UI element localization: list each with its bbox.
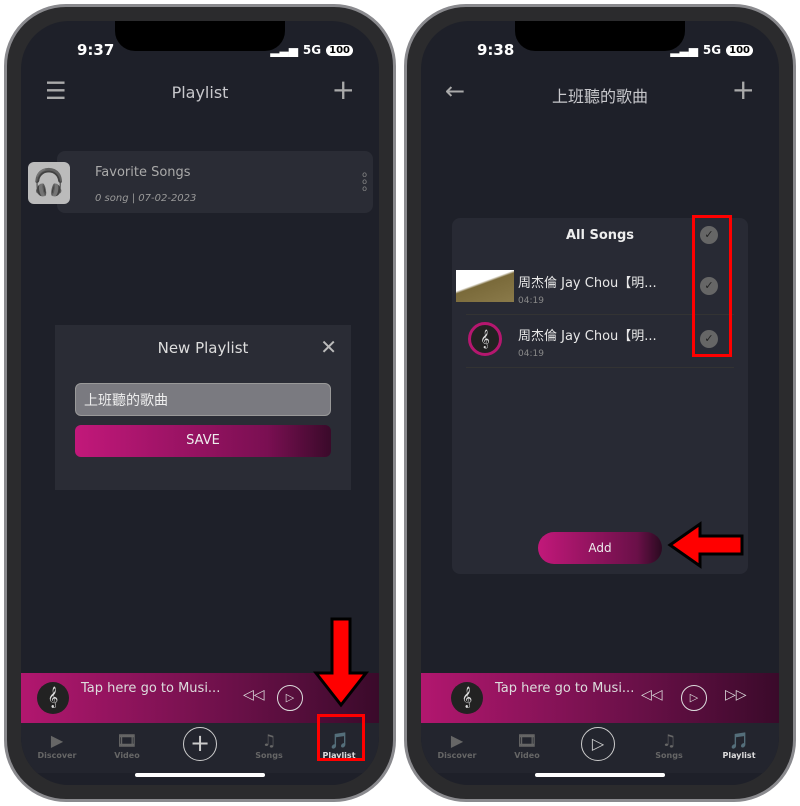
- status-time: 9:37: [77, 41, 115, 59]
- play-circle-button[interactable]: ▷: [581, 727, 615, 761]
- signal-icon: ▂▃▅: [270, 43, 298, 57]
- mini-player-text: Tap here go to Musi...: [81, 681, 221, 696]
- mini-player-text: Tap here go to Musi...: [495, 681, 635, 696]
- tab-songs[interactable]: ♫ Songs: [639, 731, 699, 760]
- play-icon[interactable]: ▷: [277, 685, 303, 711]
- tab-video[interactable]: 🎞 Video: [497, 731, 557, 760]
- tab-songs[interactable]: ♫ Songs: [239, 731, 299, 760]
- song-thumbnail: [456, 270, 514, 302]
- mini-player[interactable]: 𝄞 Tap here go to Musi... ◁◁ ▷ ▷▷: [421, 673, 779, 723]
- song-duration: 04:19: [518, 296, 544, 306]
- previous-icon[interactable]: ◁◁: [641, 687, 663, 703]
- notch: [115, 21, 285, 51]
- playlist-name: Favorite Songs: [95, 165, 191, 180]
- save-button[interactable]: SAVE: [75, 425, 331, 457]
- add-button[interactable]: Add: [538, 532, 662, 564]
- tab-discover[interactable]: ▶ Discover: [427, 731, 487, 760]
- add-icon[interactable]: +: [332, 73, 355, 106]
- playlist-name-input[interactable]: 上班聽的歌曲: [75, 383, 331, 416]
- phone-right: 9:38 ▂▃▅ 5G 100 ← 上班聽的歌曲 + All Songs ✓ 周杰倫…: [404, 4, 796, 802]
- status-bar: ▂▃▅ 5G 100: [670, 43, 753, 57]
- add-icon[interactable]: +: [732, 73, 755, 106]
- film-icon: 🎞: [116, 731, 138, 750]
- annotation-box-checkboxes: [692, 215, 732, 357]
- status-bar: ▂▃▅ 5G 100: [270, 43, 353, 57]
- tab-playlist[interactable]: 🎵 Playlist: [709, 731, 769, 760]
- music-notes-icon: ♫: [661, 731, 677, 750]
- annotation-box-playlist-tab: [317, 714, 365, 761]
- music-disc-icon: 𝄞: [468, 322, 502, 356]
- home-indicator: [535, 773, 665, 777]
- playlist-icon: 🎵: [729, 731, 749, 750]
- battery-icon: 100: [726, 44, 753, 56]
- song-title: 周杰倫 Jay Chou【明...: [518, 329, 657, 344]
- new-playlist-dialog: New Playlist ✕ 上班聽的歌曲 SAVE: [55, 325, 351, 490]
- film-icon: 🎞: [516, 731, 538, 750]
- home-indicator: [135, 773, 265, 777]
- annotation-arrow-left: [667, 521, 744, 569]
- status-time: 9:38: [477, 41, 515, 59]
- music-note-icon: 𝄞: [37, 682, 69, 714]
- playlist-meta: 0 song | 07-02-2023: [95, 193, 197, 204]
- previous-icon[interactable]: ◁◁: [243, 687, 265, 703]
- screen-right: 9:38 ▂▃▅ 5G 100 ← 上班聽的歌曲 + All Songs ✓ 周杰倫…: [421, 21, 779, 785]
- page-title: Playlist: [171, 83, 229, 102]
- tab-video[interactable]: 🎞 Video: [97, 731, 157, 760]
- notch: [515, 21, 685, 51]
- next-icon[interactable]: ▷▷: [725, 687, 747, 703]
- play-box-icon: ▶: [50, 731, 64, 750]
- play-box-icon: ▶: [450, 731, 464, 750]
- page-title: 上班聽的歌曲: [551, 87, 648, 106]
- play-icon[interactable]: ▷: [681, 685, 707, 711]
- battery-icon: 100: [326, 44, 353, 56]
- signal-icon: ▂▃▅: [670, 43, 698, 57]
- annotation-arrow-down: [312, 617, 370, 708]
- music-notes-icon: ♫: [261, 731, 277, 750]
- headphones-thumbnail: 🎧: [28, 162, 70, 204]
- dialog-title: New Playlist: [157, 339, 249, 357]
- close-icon[interactable]: ✕: [320, 335, 337, 359]
- add-circle-button[interactable]: +: [183, 727, 217, 761]
- playlist-item[interactable]: Favorite Songs 0 song | 07-02-2023 ooo: [57, 151, 373, 213]
- divider: [466, 367, 734, 368]
- tab-discover[interactable]: ▶ Discover: [27, 731, 87, 760]
- more-icon[interactable]: ooo: [362, 171, 367, 193]
- song-duration: 04:19: [518, 349, 544, 359]
- song-title: 周杰倫 Jay Chou【明...: [518, 276, 657, 291]
- music-note-icon: 𝄞: [451, 682, 483, 714]
- bottom-tab-bar: ▶ Discover 🎞 Video ▷ ♫ Songs 🎵 Playlist: [421, 723, 779, 773]
